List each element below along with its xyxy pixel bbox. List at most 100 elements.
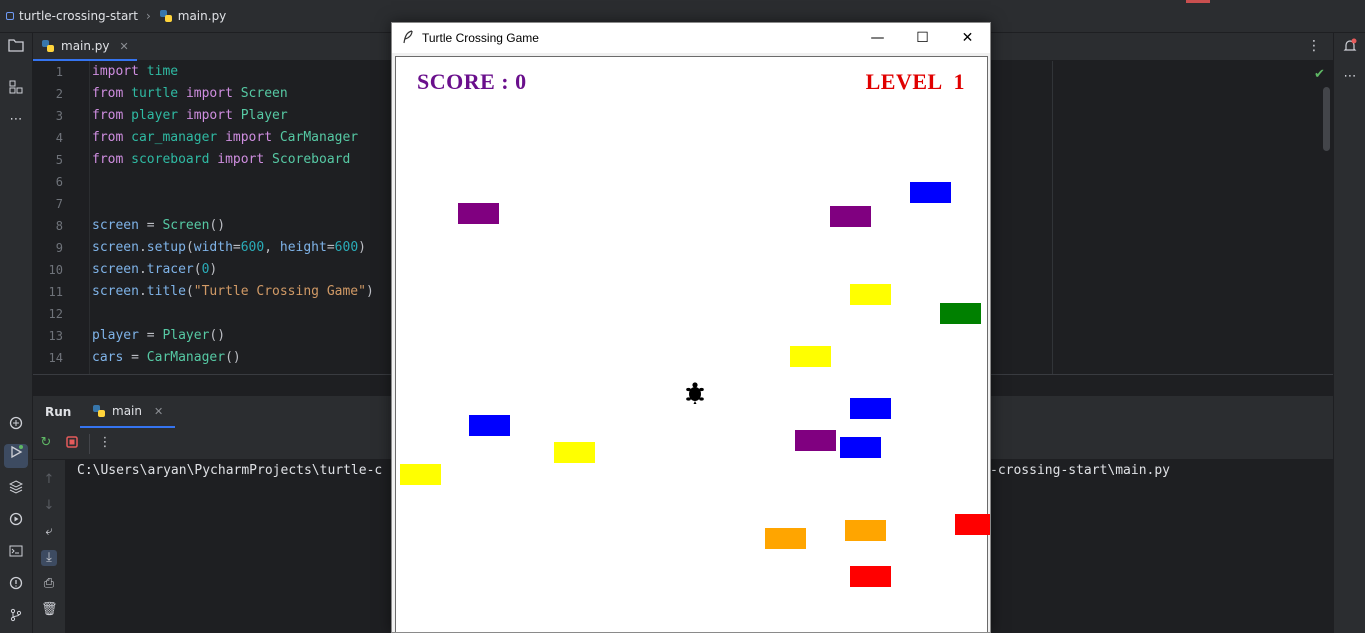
line-number: 7 (55, 197, 63, 211)
car (469, 415, 510, 436)
services-icon[interactable] (7, 512, 25, 530)
recording-indicator (1186, 0, 1210, 3)
more-icon[interactable]: ⋯ (1342, 69, 1358, 85)
car (850, 566, 891, 587)
code-line[interactable]: player = Player() (92, 325, 225, 347)
code-line[interactable]: from scoreboard import Scoreboard (92, 149, 350, 171)
code-token: time (146, 64, 179, 79)
notifications-icon[interactable] (1342, 38, 1358, 54)
code-token: . (138, 262, 147, 277)
project-icon (6, 12, 14, 20)
code-token: = (123, 350, 147, 365)
code-token: from (92, 86, 124, 101)
code-token: . (138, 284, 147, 299)
code-token: player (92, 328, 139, 343)
code-token: = (326, 240, 335, 255)
code-token: car_manager (131, 130, 218, 145)
code-token: cars (92, 350, 124, 365)
tab-main-py[interactable]: main.py ✕ (33, 33, 137, 61)
car (790, 346, 831, 367)
turtle-canvas[interactable]: SCORE : 0 LEVEL 1 (395, 56, 990, 632)
run-icon[interactable] (4, 444, 28, 468)
close-icon[interactable]: ✕ (120, 40, 129, 53)
breadcrumb-project[interactable]: turtle-crossing-start (6, 9, 138, 23)
layers-icon[interactable] (7, 480, 25, 498)
code-line[interactable]: import time (92, 61, 178, 83)
code-token: import (225, 130, 273, 145)
code-token: 600 (334, 240, 359, 255)
more-icon[interactable]: ⋯ (7, 111, 25, 129)
console-command-right: -crossing-start\main.py (990, 463, 1171, 478)
close-icon[interactable]: ✕ (154, 405, 163, 418)
car (765, 528, 806, 549)
line-number: 6 (55, 175, 63, 189)
breadcrumb-file[interactable]: main.py (159, 9, 227, 23)
more-options-icon[interactable]: ⋮ (98, 436, 112, 450)
python-file-icon (93, 405, 105, 417)
code-token: from (92, 108, 124, 123)
right-margin-guide (1052, 61, 1053, 374)
chevron-right-icon: › (145, 9, 151, 23)
code-token: import (185, 108, 233, 123)
car (554, 442, 595, 463)
code-token: title (146, 284, 186, 299)
code-line[interactable]: screen = Screen() (92, 215, 225, 237)
code-token: CarManager (279, 130, 359, 145)
turtle-window: Turtle Crossing Game — ☐ ✕ SCORE : 0 LEV… (391, 22, 991, 633)
code-token: () (225, 350, 241, 365)
structure-icon[interactable] (7, 80, 25, 98)
toolbar-separator (89, 434, 90, 454)
terminal-icon[interactable] (7, 544, 25, 562)
code-line[interactable]: cars = CarManager() (92, 347, 241, 369)
problems-icon[interactable] (7, 576, 25, 594)
python-console-icon[interactable] (7, 416, 25, 434)
run-tab-label: main (112, 404, 142, 418)
car (795, 430, 836, 451)
tab-options-icon[interactable]: ⋮ (1307, 38, 1321, 54)
run-tab-main[interactable]: main ✕ (80, 396, 176, 428)
code-line[interactable]: screen.tracer(0) (92, 259, 217, 281)
close-button[interactable]: ✕ (945, 23, 990, 53)
breadcrumb-file-label: main.py (177, 9, 227, 23)
line-number-gutter: 1 2 3 4 5 6 7 8 9 10 11 12 13 14 (33, 61, 90, 374)
code-token: = (138, 218, 163, 233)
scroll-to-end-icon[interactable]: ⤓ (41, 550, 57, 566)
car (850, 284, 891, 305)
turtle-window-titlebar[interactable]: Turtle Crossing Game — ☐ ✕ (392, 23, 990, 53)
folder-icon[interactable] (7, 38, 25, 56)
code-token: ) (209, 262, 218, 277)
rerun-icon[interactable]: ↻ (39, 436, 53, 450)
code-line[interactable]: screen.title("Turtle Crossing Game") (92, 281, 374, 303)
maximize-button[interactable]: ☐ (900, 23, 945, 53)
car (940, 303, 981, 324)
arrow-down-icon[interactable]: ↓ (41, 498, 57, 514)
soft-wrap-icon[interactable]: ⤶ (41, 524, 57, 540)
line-number: 5 (55, 153, 63, 167)
git-icon[interactable] (7, 608, 25, 626)
turtle-window-title: Turtle Crossing Game (422, 31, 539, 45)
code-line[interactable]: from player import Player (92, 105, 288, 127)
python-file-icon (159, 10, 172, 22)
arrow-up-icon[interactable]: ↑ (41, 472, 57, 488)
feather-icon (402, 29, 418, 47)
code-line[interactable]: screen.setup(width=600, height=600) (92, 237, 366, 259)
print-icon[interactable]: ⎙ (41, 576, 57, 592)
code-token: Player (240, 108, 288, 123)
trash-icon[interactable]: 🗑 (41, 602, 58, 618)
no-problems-check-icon[interactable]: ✔ (1314, 67, 1325, 82)
minimize-button[interactable]: — (855, 23, 900, 53)
code-token: Screen (240, 86, 288, 101)
stop-icon[interactable] (65, 436, 79, 450)
line-number: 11 (48, 285, 63, 299)
code-line[interactable]: from car_manager import CarManager (92, 127, 358, 149)
editor-scrollbar[interactable] (1323, 87, 1330, 151)
code-line[interactable]: from turtle import Screen (92, 83, 288, 105)
